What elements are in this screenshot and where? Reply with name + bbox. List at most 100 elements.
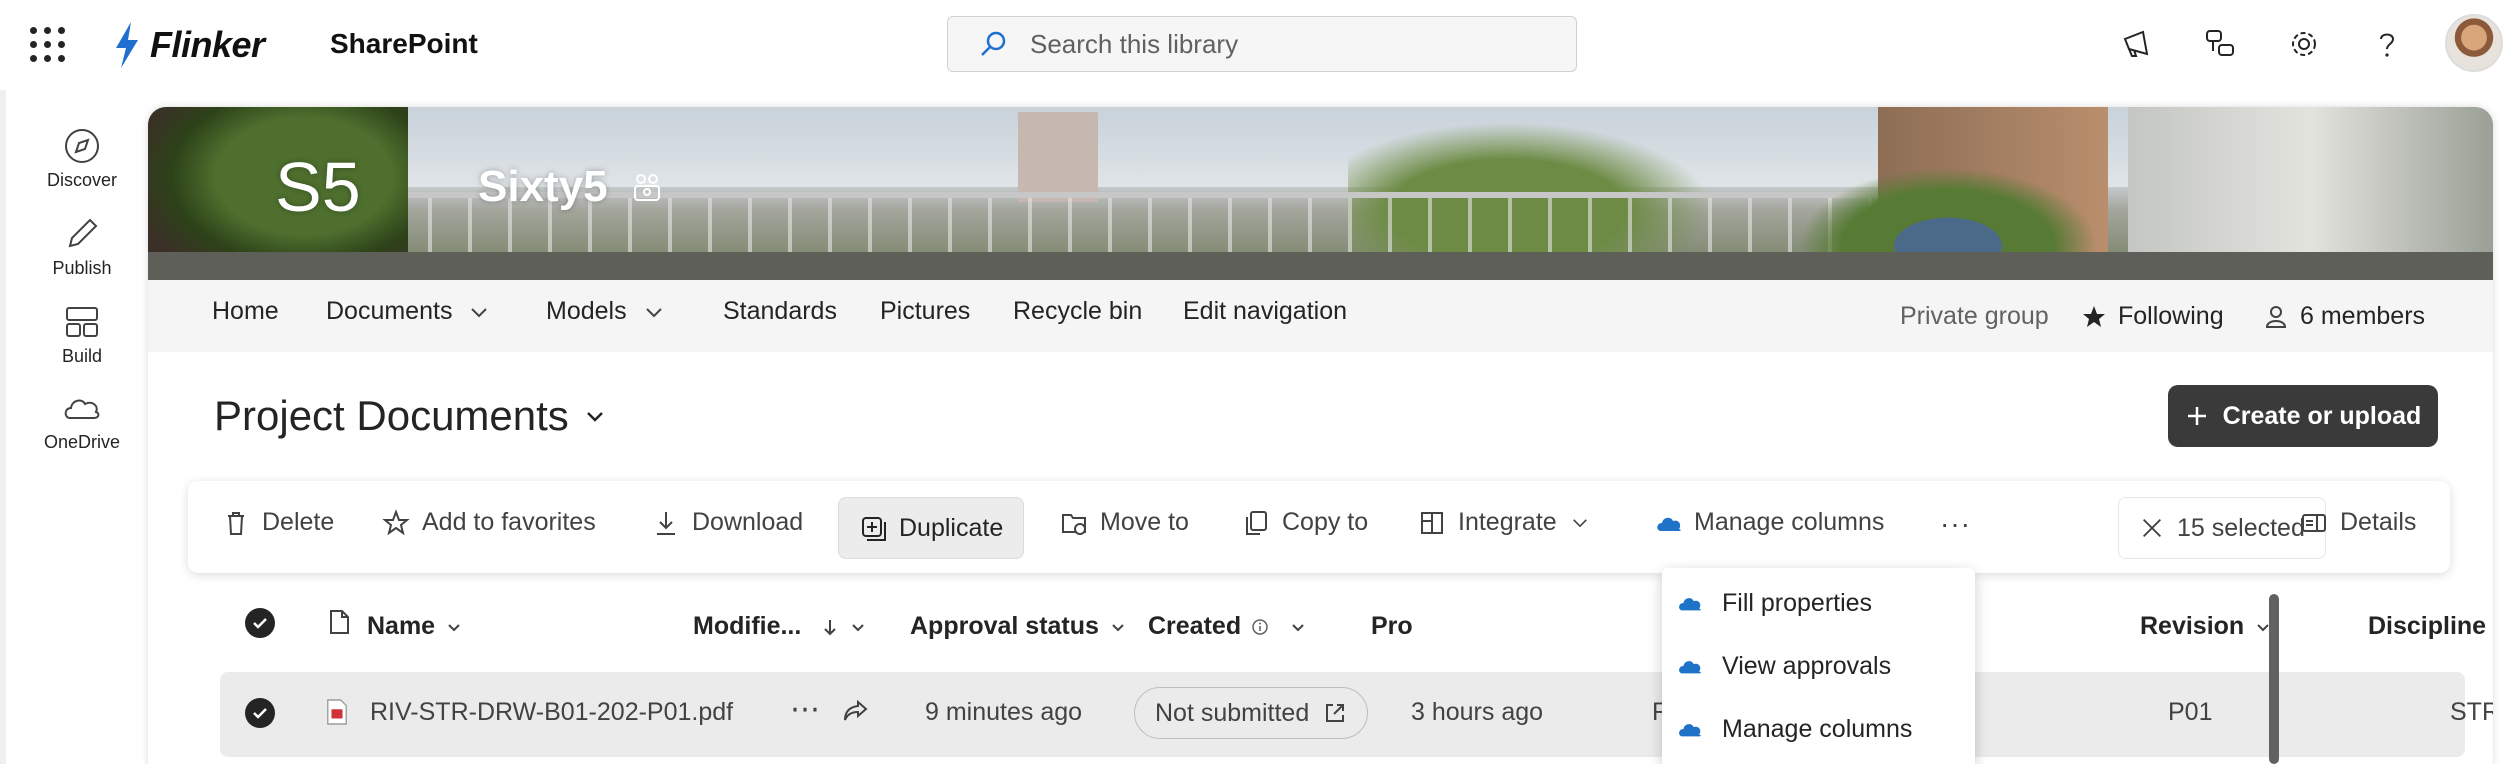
- column-created[interactable]: Created: [1148, 612, 1307, 641]
- header-label: Approval status: [910, 612, 1099, 640]
- menu-item-manage-columns[interactable]: Manage columns: [1662, 698, 1975, 760]
- app-launcher-icon[interactable]: [30, 27, 66, 63]
- library-title[interactable]: Project Documents: [214, 392, 607, 440]
- row-checkbox[interactable]: [245, 698, 275, 728]
- nav-edit-navigation[interactable]: Edit navigation: [1183, 297, 1347, 326]
- copy-label: Copy to: [1282, 508, 1369, 536]
- move-to-button[interactable]: Move to: [1060, 508, 1189, 537]
- rail-item-build[interactable]: Build: [12, 302, 152, 367]
- open-external-icon: [1326, 704, 1345, 722]
- app-name[interactable]: SharePoint: [330, 28, 478, 60]
- nav-label: Documents: [326, 297, 453, 325]
- private-group-label: Private group: [1900, 302, 2049, 330]
- manage-columns-label: Manage columns: [1694, 508, 1885, 536]
- search-box[interactable]: [947, 16, 1577, 72]
- column-discipline[interactable]: Discipline: [2368, 612, 2486, 641]
- nav-documents[interactable]: Documents: [326, 297, 490, 326]
- nav-models[interactable]: Models: [546, 297, 665, 326]
- share-icon[interactable]: [840, 696, 870, 726]
- nav-label: Pictures: [880, 297, 971, 325]
- duplicate-button[interactable]: Duplicate: [838, 497, 1025, 559]
- column-modified[interactable]: Modifie...: [693, 612, 867, 641]
- delete-button[interactable]: Delete: [222, 508, 334, 537]
- details-label: Details: [2340, 508, 2417, 536]
- rail-item-publish[interactable]: Publish: [12, 214, 152, 279]
- following-button[interactable]: Following: [2080, 302, 2224, 331]
- members-button[interactable]: 6 members: [2262, 302, 2425, 331]
- brand-logo[interactable]: Flinker: [112, 22, 265, 68]
- layout-icon: [66, 307, 98, 337]
- nav-recycle-bin[interactable]: Recycle bin: [1013, 297, 1142, 326]
- cloud-icon: [64, 399, 100, 419]
- search-icon: [981, 31, 1006, 56]
- row-more-button[interactable]: ⋯: [790, 692, 820, 727]
- header-label: Pro: [1371, 612, 1413, 640]
- add-to-favorites-button[interactable]: Add to favorites: [382, 508, 596, 537]
- menu-item-label: View approvals: [1722, 651, 1892, 680]
- suite-bar: Flinker SharePoint: [0, 0, 2518, 90]
- selection-count-button[interactable]: 15 selected: [2118, 497, 2326, 559]
- avatar[interactable]: [2445, 14, 2503, 72]
- select-all-checkbox[interactable]: [245, 608, 275, 638]
- integrate-button[interactable]: Integrate: [1418, 508, 1591, 537]
- library-title-text: Project Documents: [214, 392, 569, 439]
- copy-to-button[interactable]: Copy to: [1242, 508, 1368, 537]
- following-label: Following: [2118, 302, 2224, 330]
- site-banner: S5 Sixty5: [148, 107, 2493, 280]
- column-name[interactable]: Name: [367, 612, 463, 641]
- gear-icon[interactable]: [2282, 22, 2326, 66]
- details-button[interactable]: Details: [2300, 508, 2416, 537]
- file-name-link[interactable]: RIV-STR-DRW-B01-202-P01.pdf: [370, 698, 733, 727]
- integrate-label: Integrate: [1458, 508, 1557, 536]
- chevron-down-icon: [645, 307, 662, 317]
- manage-columns-button[interactable]: Manage columns: [1654, 508, 1884, 537]
- vertical-scrollbar[interactable]: [2269, 594, 2279, 764]
- chevron-down-icon: [1112, 623, 1124, 631]
- table-row[interactable]: RIV-STR-DRW-B01-202-P01.pdf ⋯ 9 minutes …: [220, 672, 2493, 757]
- delete-label: Delete: [262, 508, 335, 536]
- more-button[interactable]: ···: [1940, 508, 1971, 540]
- info-icon: [1252, 618, 1268, 635]
- search-input[interactable]: [1030, 28, 1550, 60]
- approval-status-pill[interactable]: Not submitted: [1134, 687, 1369, 739]
- nav-pictures[interactable]: Pictures: [880, 297, 970, 326]
- site-title[interactable]: Sixty5: [478, 162, 664, 212]
- close-icon: [2142, 518, 2162, 538]
- column-approval-status[interactable]: Approval status: [910, 612, 1127, 641]
- nav-label: Home: [212, 297, 279, 325]
- file-type-header-icon[interactable]: [325, 608, 353, 636]
- menu-item-view-approvals[interactable]: View approvals: [1662, 635, 1975, 697]
- menu-item-fill-properties[interactable]: Fill properties: [1662, 572, 1975, 634]
- megaphone-icon[interactable]: [2116, 22, 2160, 66]
- download-label: Download: [692, 508, 804, 536]
- cloud-sync-icon: [1679, 598, 1701, 611]
- chat-network-icon[interactable]: [2198, 22, 2242, 66]
- nav-standards[interactable]: Standards: [723, 297, 837, 326]
- rail-item-discover[interactable]: Discover: [12, 126, 152, 191]
- chevron-down-icon: [471, 307, 488, 317]
- pdf-file-icon: [325, 698, 349, 726]
- cloud-sync-icon: [1657, 517, 1681, 531]
- create-or-upload-button[interactable]: Create or upload: [2168, 385, 2438, 447]
- bolt-icon: [116, 22, 138, 68]
- discipline-value: STR: [2450, 698, 2493, 726]
- rail-item-onedrive[interactable]: OneDrive: [12, 388, 152, 453]
- favorites-label: Add to favorites: [422, 508, 596, 536]
- site-logo[interactable]: S5: [275, 147, 361, 227]
- created-value: 3 hours ago: [1411, 698, 1544, 726]
- rail-label: Build: [61, 346, 103, 366]
- column-project[interactable]: Pro: [1371, 612, 1413, 641]
- header-label: Discipline: [2368, 612, 2487, 640]
- left-rail: Discover Publish Build OneDrive: [0, 90, 148, 764]
- column-revision[interactable]: Revision: [2140, 612, 2272, 641]
- person-icon: [2265, 305, 2287, 328]
- menu-item-label: Fill properties: [1722, 588, 1873, 617]
- download-button[interactable]: Download: [652, 508, 803, 537]
- site-navigation: Home Documents Models Standards Pictures…: [148, 280, 2493, 352]
- more-icon: ···: [1940, 508, 1971, 539]
- nav-label: Recycle bin: [1013, 297, 1143, 325]
- rail-label: Publish: [52, 258, 112, 278]
- nav-home[interactable]: Home: [212, 297, 279, 326]
- star-icon: [382, 508, 410, 535]
- help-icon[interactable]: [2365, 22, 2409, 66]
